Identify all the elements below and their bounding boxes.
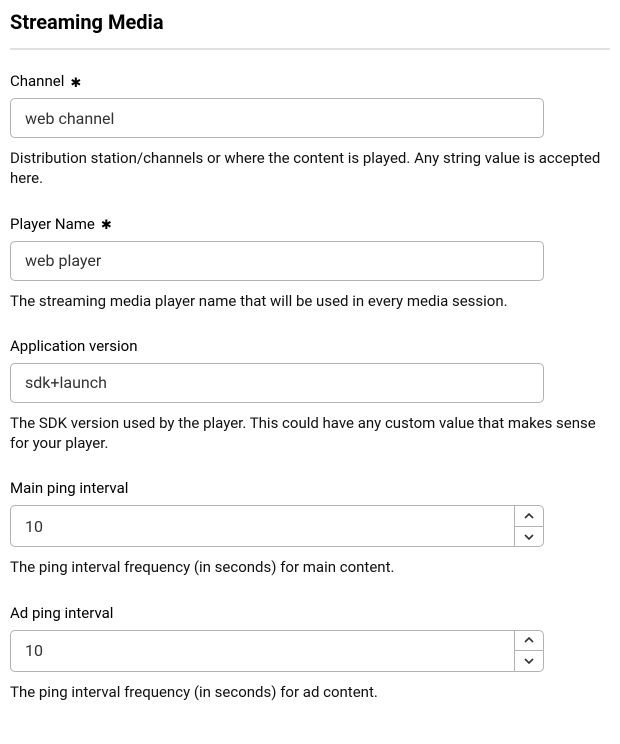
channel-input[interactable] [10,98,544,138]
required-icon: ✱ [101,218,112,231]
player-name-label-text: Player Name [10,215,95,233]
main-ping-stepper-buttons [514,505,544,547]
player-name-label: Player Name ✱ [10,215,610,233]
main-ping-stepper [10,505,544,547]
ad-ping-label: Ad ping interval [10,604,610,622]
player-name-input[interactable] [10,241,544,281]
channel-label-text: Channel [10,72,64,90]
chevron-down-icon [524,658,534,664]
player-name-help: The streaming media player name that wil… [10,291,610,311]
app-version-label-text: Application version [10,337,138,355]
main-ping-help: The ping interval frequency (in seconds)… [10,557,610,577]
ad-ping-help: The ping interval frequency (in seconds)… [10,682,610,702]
field-main-ping: Main ping interval The ping interval fre… [10,479,610,577]
ad-ping-step-up[interactable] [514,630,544,651]
app-version-label: Application version [10,337,610,355]
field-ad-ping: Ad ping interval The ping interval frequ… [10,604,610,702]
field-player-name: Player Name ✱ The streaming media player… [10,215,610,311]
main-ping-input[interactable] [10,505,514,547]
main-ping-label-text: Main ping interval [10,479,128,497]
ad-ping-step-down[interactable] [514,650,544,672]
chevron-down-icon [524,534,534,540]
ad-ping-input[interactable] [10,630,514,672]
app-version-input[interactable] [10,363,544,403]
field-channel: Channel ✱ Distribution station/channels … [10,72,610,189]
channel-label: Channel ✱ [10,72,610,90]
ad-ping-stepper-buttons [514,630,544,672]
channel-help: Distribution station/channels or where t… [10,148,610,189]
chevron-up-icon [524,637,534,643]
main-ping-label: Main ping interval [10,479,610,497]
field-app-version: Application version The SDK version used… [10,337,610,454]
main-ping-step-down[interactable] [514,526,544,548]
main-ping-step-up[interactable] [514,505,544,526]
ad-ping-label-text: Ad ping interval [10,604,113,622]
ad-ping-stepper [10,630,544,672]
required-icon: ✱ [70,76,81,89]
section-title: Streaming Media [10,10,610,50]
chevron-up-icon [524,513,534,519]
app-version-help: The SDK version used by the player. This… [10,413,610,454]
